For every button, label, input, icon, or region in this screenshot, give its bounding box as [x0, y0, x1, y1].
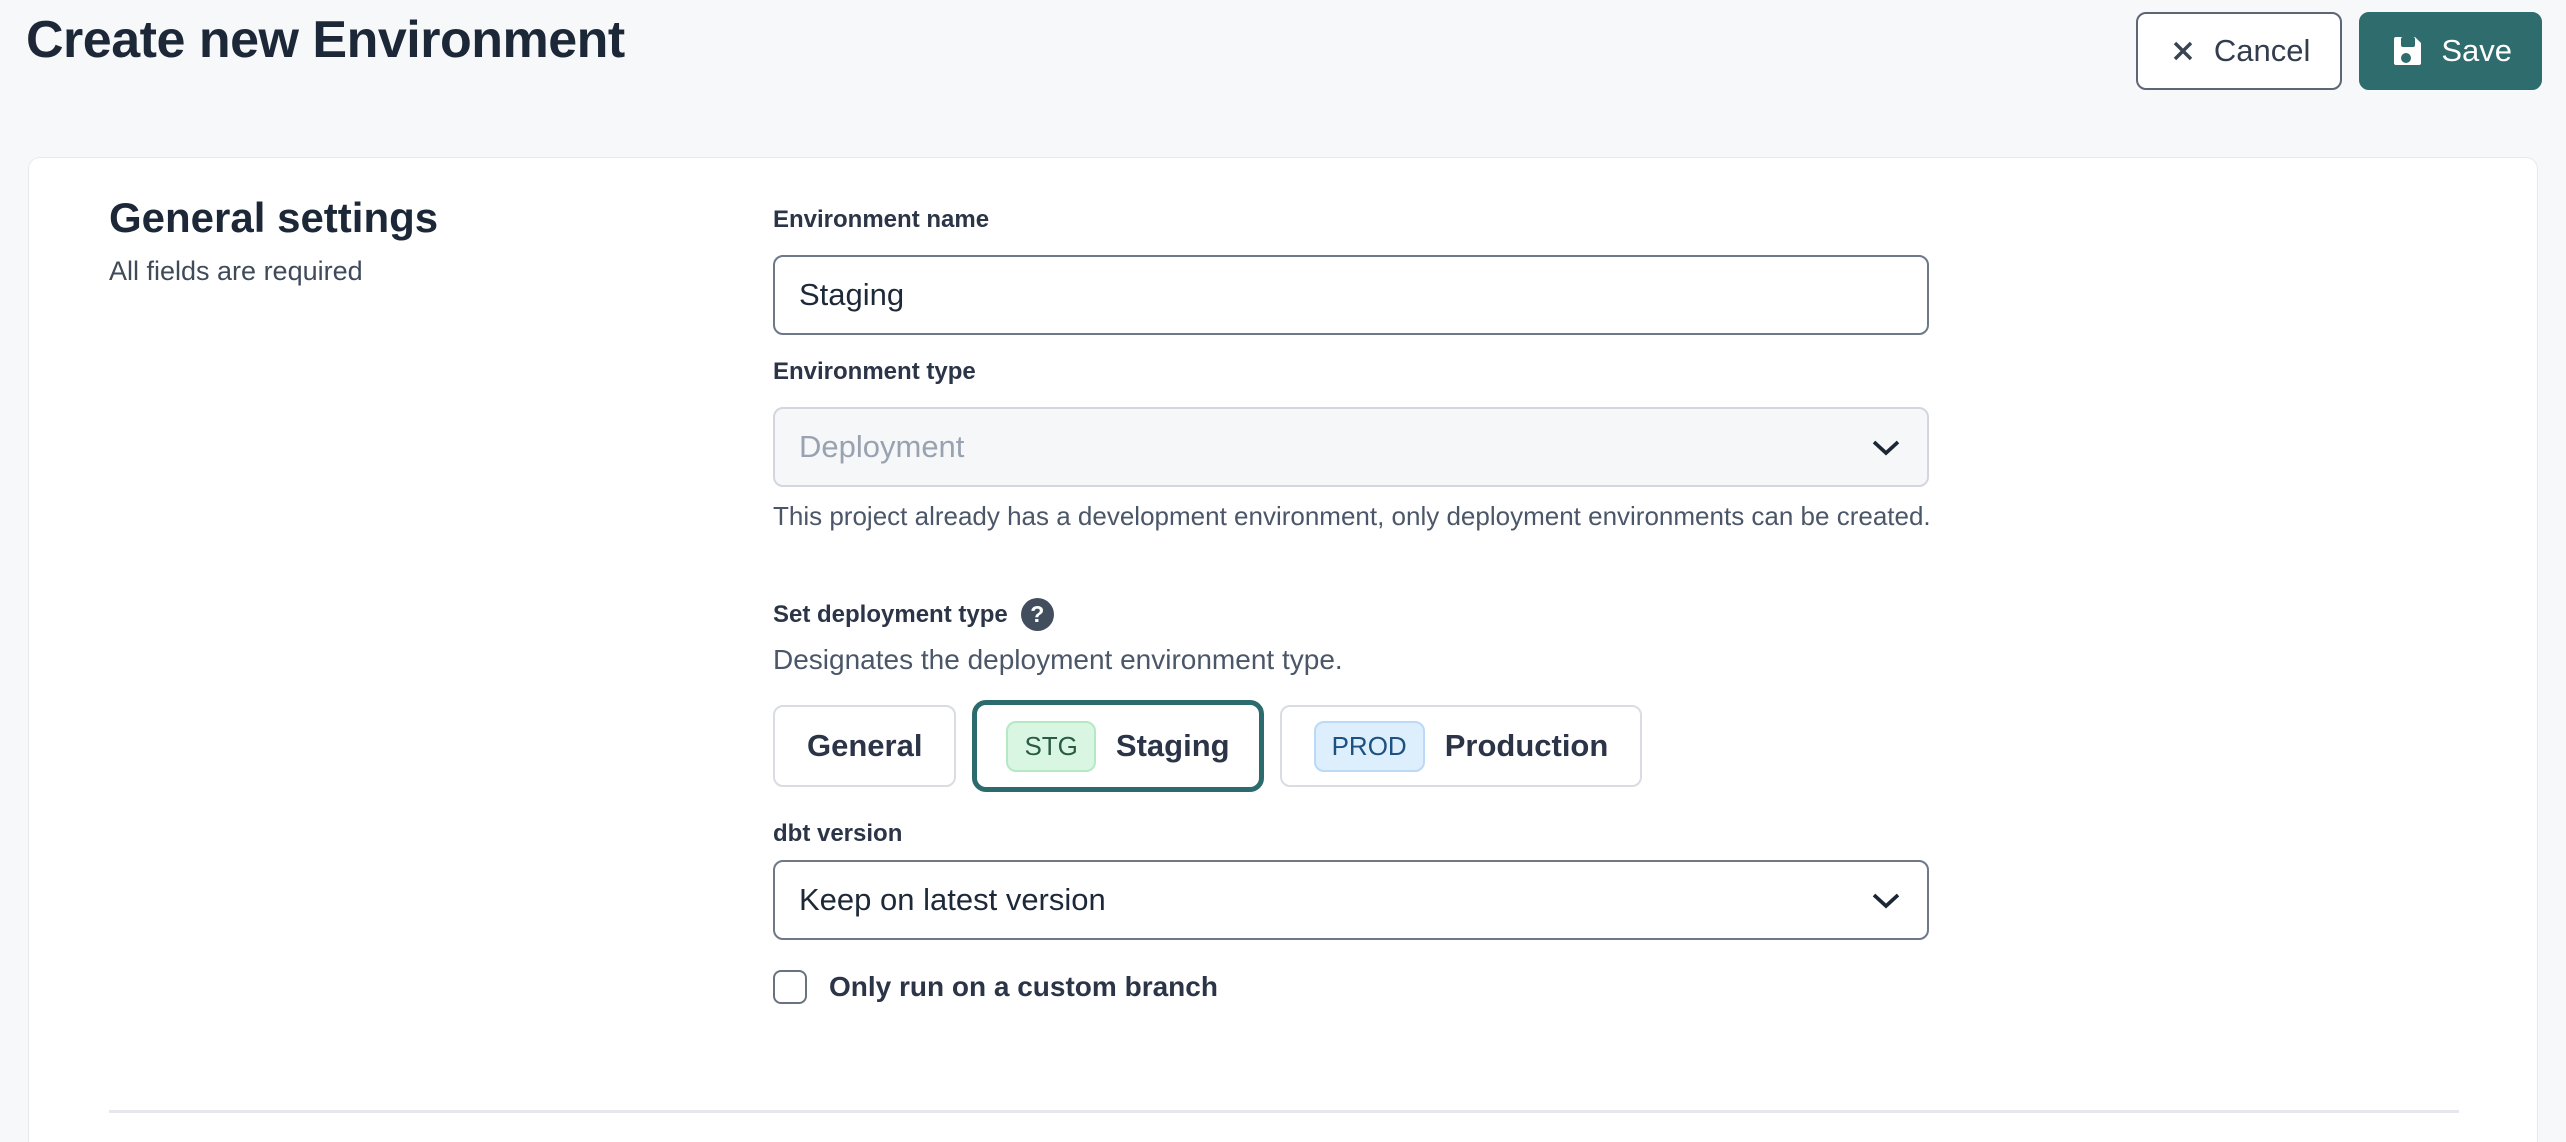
deployment-type-option-general-label: General [807, 728, 922, 764]
custom-branch-checkbox[interactable] [773, 970, 807, 1004]
environment-type-select[interactable]: Deployment [773, 407, 1929, 487]
deployment-type-label-row: Set deployment type ? [773, 598, 1054, 631]
custom-branch-row: Only run on a custom branch [773, 970, 1218, 1004]
dbt-version-value: Keep on latest version [799, 882, 1106, 918]
close-icon [2168, 36, 2198, 66]
deployment-type-option-production[interactable]: PROD Production [1280, 705, 1643, 787]
chevron-down-icon [1871, 882, 1901, 918]
custom-branch-label: Only run on a custom branch [829, 971, 1218, 1003]
save-button-label: Save [2441, 33, 2512, 69]
stg-badge: STG [1006, 721, 1095, 772]
cancel-button[interactable]: Cancel [2136, 12, 2343, 90]
section-title: General settings [109, 194, 438, 242]
environment-type-help-text: This project already has a development e… [773, 498, 1933, 534]
deployment-type-option-staging-label: Staging [1116, 728, 1230, 764]
prod-badge: PROD [1314, 721, 1425, 772]
page-title: Create new Environment [26, 10, 625, 70]
deployment-type-options: General STG Staging PROD Production [773, 700, 1642, 792]
deployment-type-option-production-label: Production [1445, 728, 1609, 764]
chevron-down-icon [1871, 429, 1901, 465]
help-icon[interactable]: ? [1021, 598, 1054, 631]
header-actions: Cancel Save [2136, 12, 2542, 90]
environment-type-value: Deployment [799, 429, 964, 465]
save-button[interactable]: Save [2359, 12, 2542, 90]
cancel-button-label: Cancel [2214, 33, 2311, 69]
deployment-type-option-general[interactable]: General [773, 705, 956, 787]
environment-name-input[interactable] [773, 255, 1929, 335]
section-subtitle: All fields are required [109, 256, 363, 287]
dbt-version-label: dbt version [773, 820, 902, 848]
section-divider [109, 1110, 2459, 1113]
dbt-version-select[interactable]: Keep on latest version [773, 860, 1929, 940]
general-settings-card: General settings All fields are required… [28, 157, 2538, 1142]
deployment-type-description: Designates the deployment environment ty… [773, 644, 1343, 676]
save-icon [2389, 33, 2425, 69]
environment-name-label: Environment name [773, 206, 989, 234]
deployment-type-label: Set deployment type [773, 601, 1008, 629]
deployment-type-option-staging[interactable]: STG Staging [972, 700, 1263, 792]
environment-type-label: Environment type [773, 358, 976, 386]
